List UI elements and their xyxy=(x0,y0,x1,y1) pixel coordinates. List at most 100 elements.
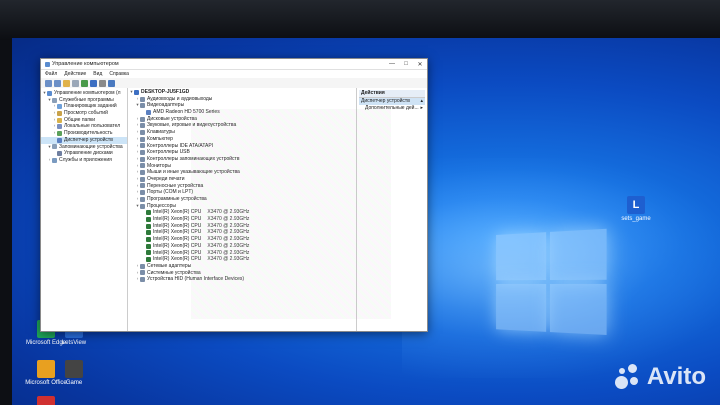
nav-item-icon xyxy=(57,110,62,116)
nav-item-icon xyxy=(57,130,62,136)
nav-item[interactable]: Управление дисками xyxy=(41,150,127,157)
device-tree-item[interactable]: ▾ Процессоры xyxy=(128,203,356,210)
device-tree-item[interactable]: › Очереди печати xyxy=(128,176,356,183)
nav-item-label: Локальные пользовател xyxy=(64,123,121,130)
device-label: Intel(R) Xeon(R) CPU xyxy=(153,222,202,229)
cpu-model-value: X3470 @ 2.93GHz xyxy=(207,216,250,223)
device-tree-root[interactable]: ▾ DESKTOP-JU5F1GD xyxy=(128,89,356,96)
device-tree-item[interactable]: Intel(R) Xeon(R) CPU X3470 @ 2.93GHz xyxy=(128,216,356,223)
desktop: L sets_game Microsoft Edge LetsView Micros… xyxy=(12,38,720,405)
device-category-icon xyxy=(134,89,139,95)
device-tree-item[interactable]: Intel(R) Xeon(R) CPU X3470 @ 2.93GHz xyxy=(128,243,356,250)
device-tree-item[interactable]: › Звуковые, игровые и видеоустройства xyxy=(128,122,356,129)
desktop-icon-sets-game[interactable]: L sets_game xyxy=(614,196,658,223)
device-category-icon xyxy=(140,123,145,129)
device-tree-item[interactable]: › Порты (COM и LPT) xyxy=(128,189,356,196)
back-icon[interactable] xyxy=(45,79,52,87)
nav-item-label: Общие папки xyxy=(64,116,96,123)
device-category-icon xyxy=(140,196,145,202)
cpu-chip-icon xyxy=(146,216,151,222)
device-tree-item[interactable]: Intel(R) Xeon(R) CPU X3470 @ 2.93GHz xyxy=(128,256,356,263)
windows-logo-wallpaper xyxy=(496,228,609,340)
collapse-icon[interactable]: ▴ xyxy=(420,98,423,105)
nav-item[interactable]: › Локальные пользовател xyxy=(41,123,127,130)
scan-icon[interactable] xyxy=(99,79,106,87)
nav-item[interactable]: › Производительность xyxy=(41,130,127,137)
device-category-icon xyxy=(140,277,145,283)
device-tree-item[interactable]: AMD Radeon HD 5700 Series xyxy=(128,109,356,116)
monitor-icon[interactable] xyxy=(108,79,115,87)
menu-action[interactable]: Действие xyxy=(64,71,86,77)
avito-text: Avito xyxy=(646,363,706,390)
device-tree-item[interactable]: Intel(R) Xeon(R) CPU X3470 @ 2.93GHz xyxy=(128,223,356,230)
device-label: Звуковые, игровые и видеоустройства xyxy=(147,122,237,129)
device-category-icon xyxy=(140,116,145,122)
nav-item-icon xyxy=(57,104,62,110)
device-category-icon xyxy=(140,96,145,102)
device-label: Переносные устройства xyxy=(147,182,204,189)
cpu-chip-icon xyxy=(146,223,151,229)
nav-item[interactable]: ▾ Запоминающие устройства xyxy=(41,144,127,151)
menu-view[interactable]: Вид xyxy=(93,71,102,77)
device-tree-item[interactable]: Intel(R) Xeon(R) CPU X3470 @ 2.93GHz xyxy=(128,236,356,243)
device-label: Аудиовходы и аудиовыходы xyxy=(147,95,213,102)
device-tree-item[interactable]: › Мыши и иные указывающие устройства xyxy=(128,169,356,176)
minimize-button[interactable]: — xyxy=(385,59,399,69)
device-category-icon xyxy=(140,176,145,182)
nav-item-label: Просмотр событий xyxy=(64,110,108,117)
nav-item-icon xyxy=(47,90,52,96)
nav-item[interactable]: › Просмотр событий xyxy=(41,110,127,117)
properties-icon[interactable] xyxy=(81,79,88,87)
cpu-model-value: X3470 @ 2.93GHz xyxy=(207,209,250,216)
device-tree-item[interactable]: Intel(R) Xeon(R) CPU X3470 @ 2.93GHz xyxy=(128,229,356,236)
actions-section-device-manager[interactable]: Диспетчер устройств ▴ xyxy=(359,98,425,105)
device-tree-item[interactable]: › Контроллеры USB xyxy=(128,149,356,156)
monitor-bezel xyxy=(0,0,720,40)
nav-item-label: Управление компьютером (л xyxy=(54,90,121,96)
nav-item[interactable]: › Общие папки xyxy=(41,117,127,124)
forward-icon[interactable] xyxy=(54,79,61,87)
navigation-tree[interactable]: ▾ Управление компьютером (л ▾ Служебные про… xyxy=(41,88,128,331)
desktop-icon[interactable]: Game xyxy=(52,360,96,387)
device-label: AMD Radeon HD 5700 Series xyxy=(153,109,220,116)
device-tree-item[interactable]: › Программные устройства xyxy=(128,196,356,203)
nav-item[interactable]: › Службы и приложения xyxy=(41,157,127,164)
device-tree-item[interactable]: › Сетевые адаптеры xyxy=(128,263,356,270)
device-category-icon xyxy=(140,150,145,156)
actions-section-label: Диспетчер устройств xyxy=(361,98,410,104)
nav-item-icon xyxy=(52,157,57,163)
device-tree-item[interactable]: › Переносные устройства xyxy=(128,183,356,190)
menu-file[interactable]: Файл xyxy=(45,71,57,77)
menu-help[interactable]: Справка xyxy=(109,71,129,77)
device-tree-item[interactable]: Intel(R) Xeon(R) CPU X3470 @ 2.93GHz xyxy=(128,250,356,257)
close-button[interactable]: ✕ xyxy=(413,59,427,69)
device-tree-item[interactable]: › Контроллеры запоминающих устройств xyxy=(128,156,356,163)
folder-icon[interactable] xyxy=(63,79,70,87)
device-category-icon xyxy=(140,136,145,142)
help-icon[interactable] xyxy=(90,79,97,87)
device-category-icon xyxy=(140,156,145,162)
device-tree-item[interactable]: › Устройства HID (Human Interface Devices… xyxy=(128,276,356,283)
device-label: Контроллеры запоминающих устройств xyxy=(147,155,240,162)
cpu-chip-icon xyxy=(146,250,151,256)
device-label: Очереди печати xyxy=(147,175,185,182)
device-tree[interactable]: ▾ DESKTOP-JU5F1GD › Аудиовходы и аудиовыход… xyxy=(128,88,357,331)
device-tree-item[interactable]: › Компьютер xyxy=(128,136,356,143)
computer-management-window[interactable]: Управление компьютером — □ ✕ Файл Действ… xyxy=(40,58,428,332)
list-icon[interactable] xyxy=(72,79,79,87)
nav-item[interactable]: Диспетчер устройств xyxy=(41,136,127,144)
more-actions[interactable]: Дополнительные дей... ▸ xyxy=(359,105,425,112)
device-tree-item[interactable]: › Контроллеры IDE ATA/ATAPI xyxy=(128,143,356,150)
desktop-icon-label: sets_game xyxy=(621,216,651,222)
nav-item[interactable]: ▾ Управление компьютером (л xyxy=(41,90,127,97)
desktop-icon[interactable] xyxy=(24,396,68,405)
device-tree-item[interactable]: › Клавиатуры xyxy=(128,129,356,136)
cpu-chip-icon xyxy=(146,230,151,236)
title-bar[interactable]: Управление компьютером — □ ✕ xyxy=(41,59,427,70)
device-tree-item[interactable]: Intel(R) Xeon(R) CPU X3470 @ 2.93GHz xyxy=(128,209,356,216)
device-tree-item[interactable]: ▾ Видеоадаптеры xyxy=(128,102,356,109)
cpu-model-value: X3470 @ 2.93GHz xyxy=(207,222,250,229)
device-category-icon xyxy=(140,163,145,169)
device-tree-item[interactable]: › Аудиовходы и аудиовыходы xyxy=(128,96,356,103)
maximize-button[interactable]: □ xyxy=(399,59,413,69)
